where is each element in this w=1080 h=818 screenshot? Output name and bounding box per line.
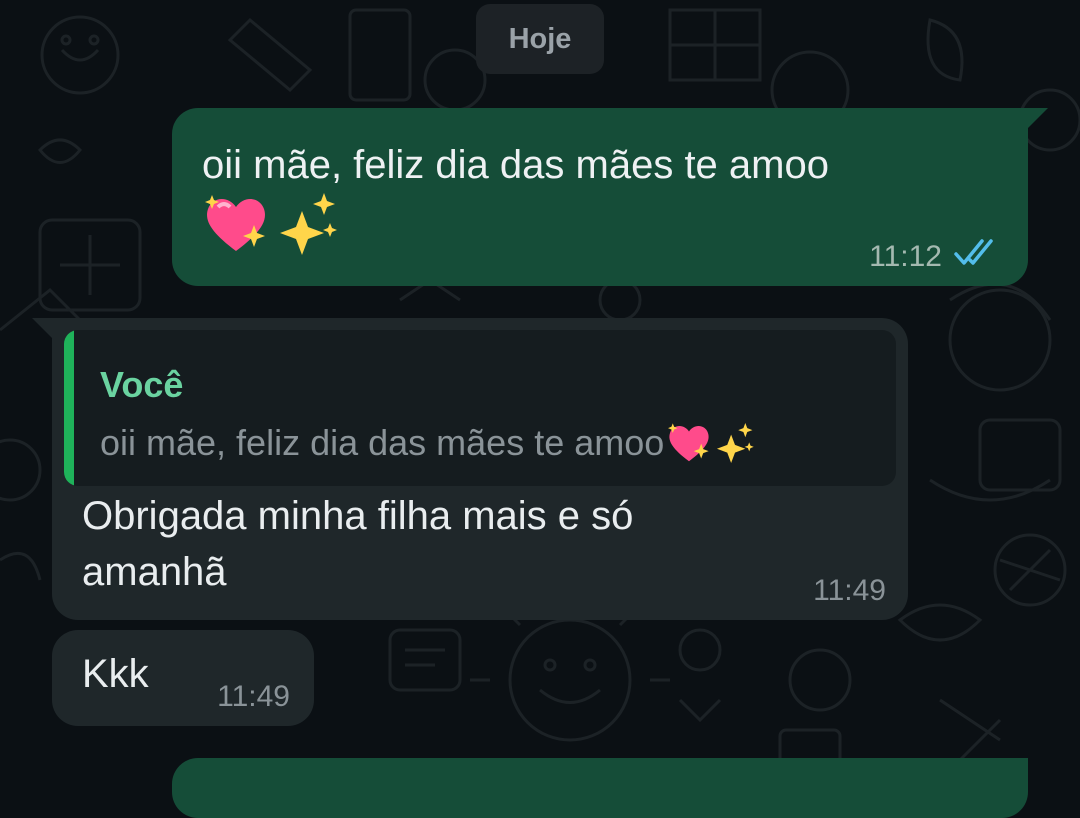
- read-receipt-double-check-icon: [954, 239, 993, 265]
- message-text: Obrigada minha filha mais e só amanhã: [82, 494, 634, 594]
- incoming-reply-message-bubble[interactable]: Você oii mãe, feliz dia das mães te amoo…: [32, 318, 908, 620]
- sparkling-heart-icon: [205, 195, 265, 251]
- message-text: Kkk: [82, 652, 149, 696]
- sparkles-icon: [280, 193, 337, 255]
- bubble-tail: [1026, 108, 1048, 130]
- incoming-message-bubble[interactable]: Kkk 11:49: [52, 630, 314, 726]
- message-timestamp: 11:49: [217, 680, 290, 713]
- outgoing-message-bubble[interactable]: oii mãe, feliz dia das mães te amoo 11:1…: [172, 108, 1048, 286]
- message-text: oii mãe, feliz dia das mães te amoo: [202, 143, 829, 187]
- message-timestamp: 11:49: [813, 574, 886, 607]
- message-emoji-line: [202, 193, 340, 255]
- chat-conversation: Hoje oii mãe, feliz dia das mães te amoo…: [0, 0, 1080, 818]
- quote-text-line: oii mãe, feliz dia das mães te amoo: [100, 422, 756, 464]
- sparkling-heart-icon: [668, 423, 709, 462]
- quote-text: oii mãe, feliz dia das mães te amoo: [100, 422, 665, 463]
- outgoing-message-bubble-partial[interactable]: [172, 758, 1028, 818]
- message-timestamp: 11:12: [869, 240, 942, 273]
- quote-author: Você: [100, 364, 184, 405]
- quoted-message[interactable]: Você oii mãe, feliz dia das mães te amoo: [64, 330, 896, 486]
- date-separator-chip: Hoje: [476, 4, 604, 74]
- sparkles-icon: [717, 423, 754, 463]
- bubble-tail: [32, 318, 54, 340]
- quote-accent-bar: [64, 330, 74, 486]
